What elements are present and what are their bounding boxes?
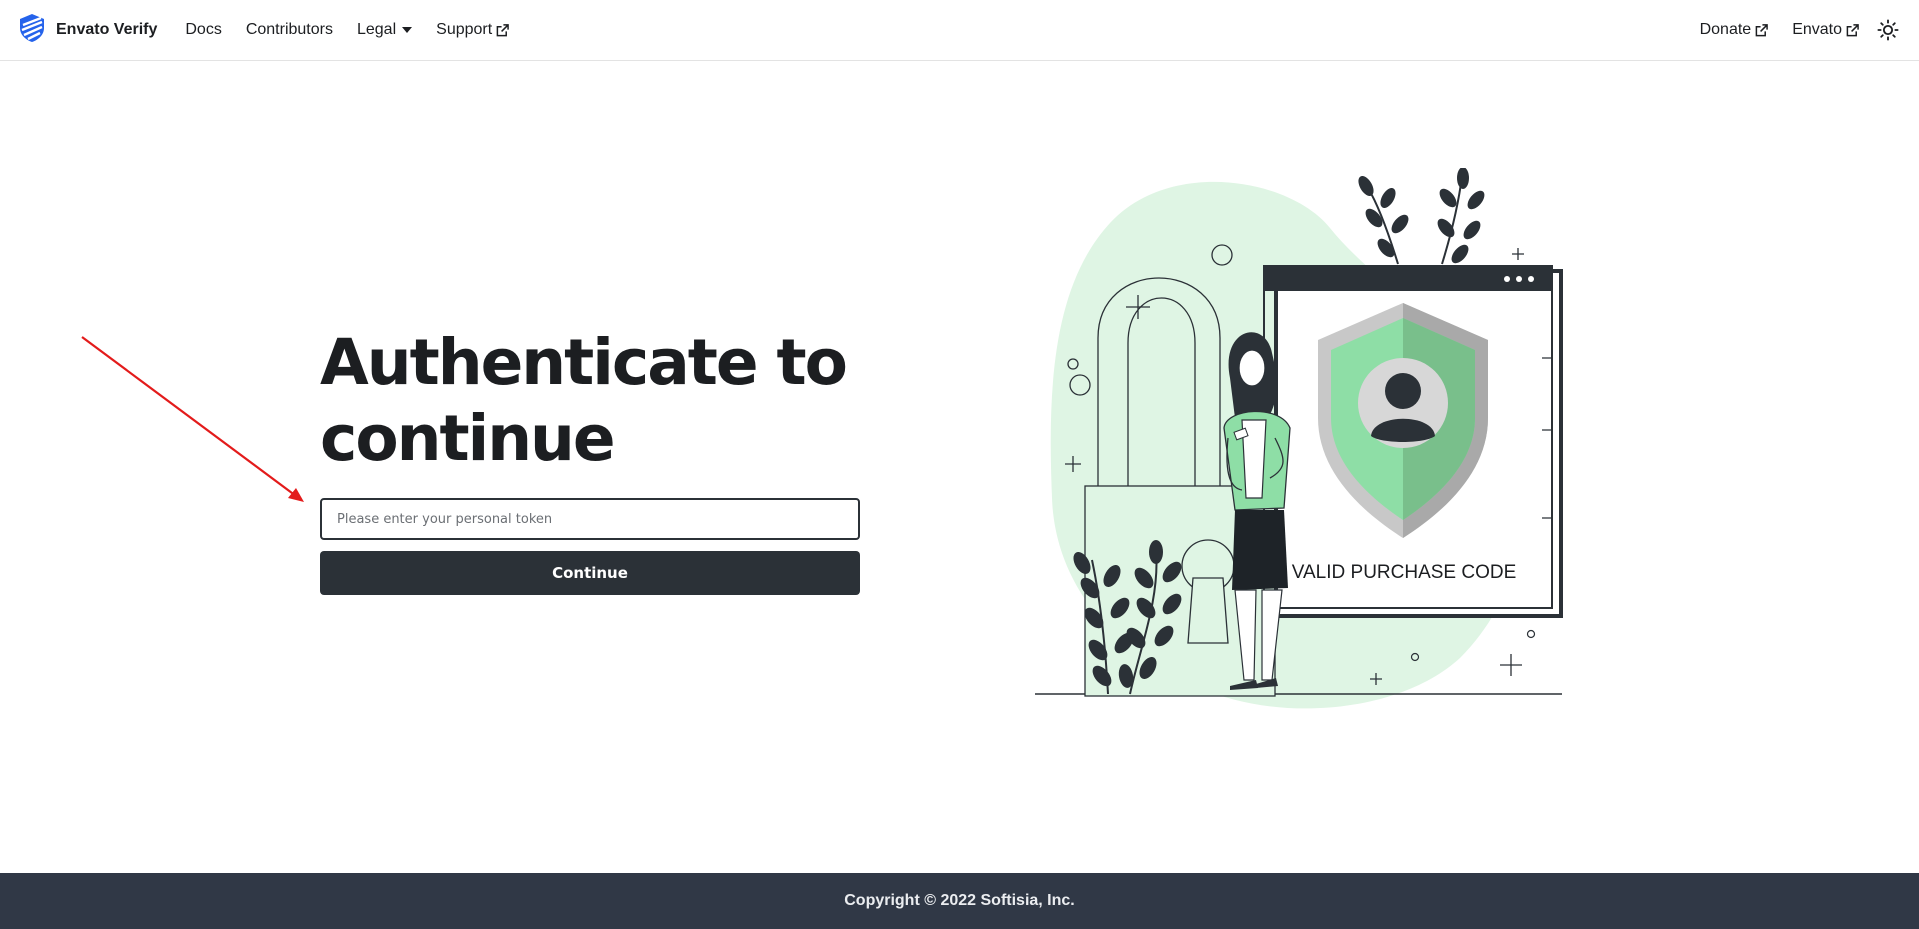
nav-envato-label: Envato — [1792, 21, 1842, 38]
envato-verify-logo-icon — [18, 13, 46, 48]
nav-docs-link[interactable]: Docs — [185, 21, 221, 39]
nav-envato-link[interactable]: Envato — [1792, 21, 1859, 39]
brand-title: Envato Verify — [56, 21, 158, 38]
nav-contributors-link[interactable]: Contributors — [246, 21, 333, 39]
nav-donate-link[interactable]: Donate — [1700, 21, 1769, 39]
nav-legal-dropdown[interactable]: Legal — [356, 21, 413, 39]
valid-purchase-code-caption: VALID PURCHASE CODE — [1292, 562, 1517, 583]
site-footer: Copyright © 2022 Softisia, Inc. — [0, 873, 1919, 929]
valid-purchase-code-illustration: VALID PURCHASE CODE — [1035, 168, 1563, 709]
personal-token-input[interactable] — [320, 498, 860, 540]
sun-icon — [1877, 19, 1899, 41]
brand-link[interactable]: Envato Verify — [18, 13, 157, 48]
nav-donate-label: Donate — [1699, 21, 1752, 38]
annotation-arrow-icon — [81, 336, 304, 502]
nav-right-group: Donate Envato — [1700, 17, 1901, 43]
external-link-icon — [496, 23, 510, 36]
continue-button[interactable]: Continue — [320, 551, 860, 595]
nav-support-link[interactable]: Support — [436, 21, 510, 39]
nav-contributors-label: Contributors — [245, 21, 333, 38]
page-title: Authenticate to continue — [320, 326, 848, 475]
top-navbar: Envato Verify Docs Contributors Legal Su… — [0, 0, 1919, 61]
external-link-icon — [1755, 23, 1769, 36]
nav-support-label: Support — [436, 21, 493, 38]
copyright-text: Copyright © 2022 Softisia, Inc. — [844, 892, 1075, 909]
caret-down-icon — [402, 27, 413, 33]
nav-docs-label: Docs — [185, 21, 222, 38]
theme-toggle-button[interactable] — [1875, 17, 1901, 43]
nav-legal-label: Legal — [356, 21, 397, 38]
external-link-icon — [1846, 23, 1859, 36]
